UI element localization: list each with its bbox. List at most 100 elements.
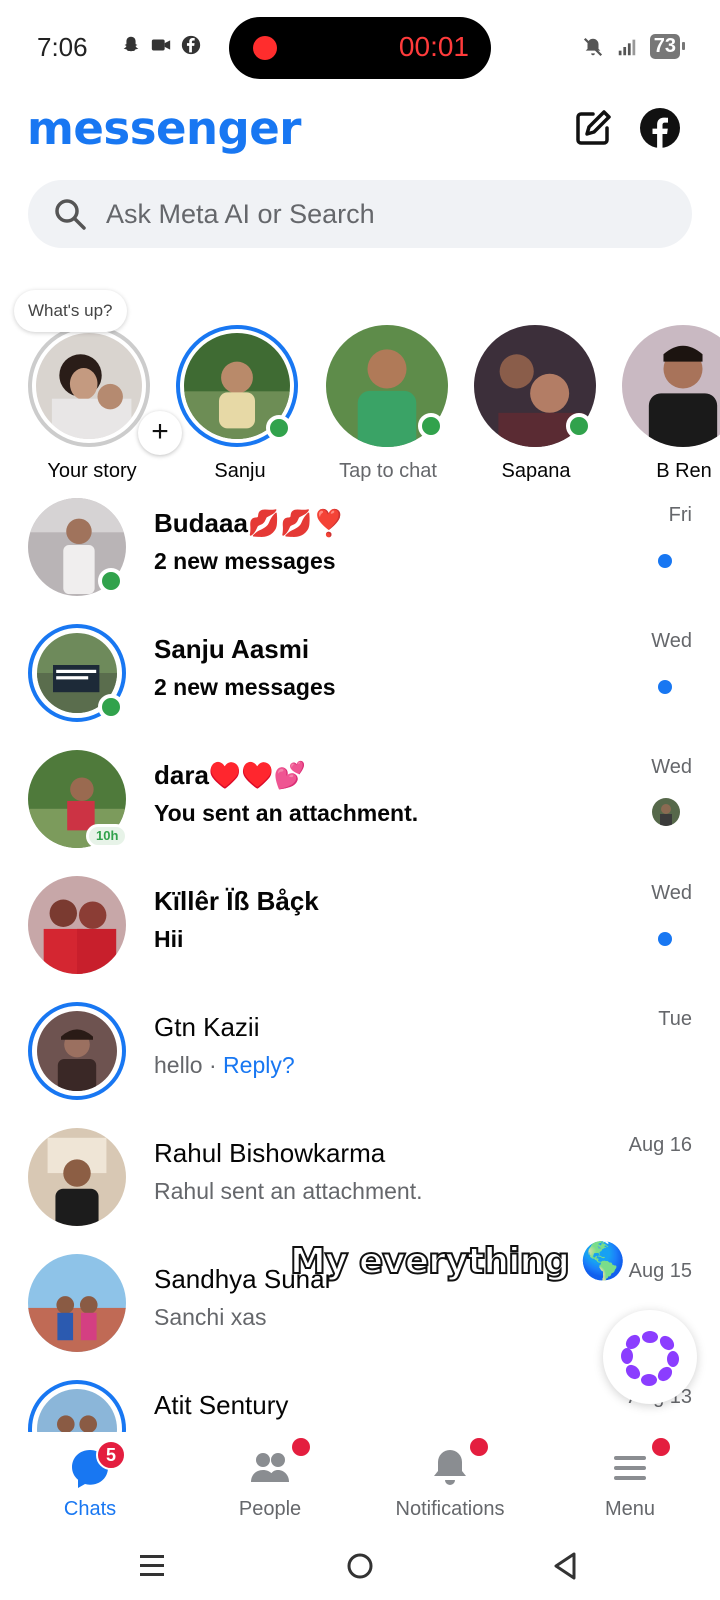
home-icon[interactable] <box>340 1546 380 1586</box>
online-indicator <box>566 413 592 439</box>
chat-avatar <box>28 498 126 596</box>
meta-ai-icon <box>621 1331 679 1386</box>
reply-link[interactable]: Reply? <box>223 1052 295 1078</box>
chat-name: Gtn Kazii <box>154 1012 260 1042</box>
chat-preview-text: hello · <box>154 1052 224 1078</box>
system-navigation-bar <box>0 1532 720 1600</box>
chat-preview: You sent an attachment. <box>154 800 419 826</box>
status-system-icons: 73 <box>582 34 686 59</box>
chat-preview: Hii <box>154 926 184 952</box>
online-indicator <box>98 694 124 720</box>
chat-avatar <box>28 1380 126 1432</box>
chat-preview: 2 new messages <box>154 548 336 574</box>
chat-avatar <box>28 876 126 974</box>
bottom-navigation: 5 Chats People Notifications Menu <box>0 1432 720 1532</box>
recording-time: 00:01 <box>398 31 469 62</box>
back-icon[interactable] <box>546 1546 586 1586</box>
avatar <box>28 1128 126 1226</box>
search-icon <box>55 199 86 230</box>
snapchat-icon <box>123 36 139 52</box>
avatar <box>36 333 142 439</box>
nav-label: Notifications <box>395 1498 505 1520</box>
story-label: Your story <box>47 460 137 482</box>
chat-name: Rahul Bishowkarma <box>154 1138 386 1168</box>
chat-name: Atit Sentury <box>154 1390 289 1420</box>
meta-ai-button[interactable] <box>603 1310 697 1404</box>
app-header: messenger <box>0 92 720 172</box>
new-indicator-dot <box>652 1438 670 1456</box>
tab-chats[interactable]: 5 Chats <box>0 1432 180 1532</box>
online-indicator <box>98 568 124 594</box>
recent-apps-icon[interactable] <box>132 1546 172 1586</box>
chat-list: Budaaa💋💋❣️ 2 new messages Fri Sanju Aasm… <box>0 490 720 1432</box>
recording-dot-icon <box>253 36 277 60</box>
chat-name: Sanju Aasmi <box>154 634 310 664</box>
avatar <box>37 1011 117 1091</box>
status-note-bubble[interactable]: What's up? <box>14 290 127 332</box>
list-item[interactable]: Kïllêr Ïß Båçk Hii Wed <box>0 868 720 994</box>
list-item[interactable]: Rahul Bishowkarma Rahul sent an attachme… <box>0 1120 720 1246</box>
tab-menu[interactable]: Menu <box>540 1432 720 1532</box>
unread-count-badge: 5 <box>96 1440 126 1470</box>
chat-time: Wed <box>651 630 692 652</box>
facebook-icon[interactable] <box>638 106 682 150</box>
chat-time: Fri <box>668 504 692 526</box>
screen-recording-pill[interactable]: 00:01 <box>229 17 491 79</box>
bell-muted-icon <box>583 37 602 56</box>
search-bar[interactable] <box>28 180 692 248</box>
story-label: Sapana <box>501 460 571 482</box>
compose-icon[interactable] <box>571 106 615 150</box>
nav-label: Chats <box>63 1498 117 1520</box>
seen-avatar <box>652 798 680 826</box>
chat-name: Budaaa💋💋❣️ <box>154 508 346 538</box>
status-notification-icons <box>120 34 202 56</box>
chat-time: Wed <box>651 882 692 904</box>
messenger-logo: messenger <box>27 102 301 155</box>
add-story-icon[interactable]: + <box>138 411 182 455</box>
people-icon <box>251 1453 289 1482</box>
avatar <box>28 876 126 974</box>
tab-people[interactable]: People <box>180 1432 360 1532</box>
tab-notifications[interactable]: Notifications <box>360 1432 540 1532</box>
chat-avatar <box>28 1128 126 1226</box>
chat-preview: 2 new messages <box>154 674 336 700</box>
online-indicator <box>418 413 444 439</box>
nav-label: People <box>238 1498 302 1520</box>
online-indicator <box>266 415 292 441</box>
video-caption-overlay: My everything 🌎 <box>289 1240 626 1283</box>
signal-icon <box>618 39 635 55</box>
video-camera-icon <box>151 39 171 51</box>
chat-name: dara♥️♥️💕 <box>154 760 307 790</box>
chat-avatar: 10h <box>28 750 129 848</box>
story-label: Sanju <box>214 460 266 482</box>
active-ago-badge: 10h <box>86 824 129 848</box>
chat-time: Aug 15 <box>628 1260 692 1282</box>
nav-label: Menu <box>604 1498 656 1520</box>
list-item[interactable]: Gtn Kazii hello · Reply? Tue <box>0 994 720 1120</box>
chat-time: Wed <box>651 756 692 778</box>
list-item[interactable]: Sanju Aasmi 2 new messages Wed <box>0 616 720 742</box>
story-label: B Ren <box>656 460 712 482</box>
menu-icon <box>614 1456 646 1480</box>
avatar <box>28 1254 126 1352</box>
chat-name: Kïllêr Ïß Båçk <box>154 886 319 916</box>
unread-indicator <box>658 680 672 694</box>
chat-preview: Rahul sent an attachment. <box>154 1178 423 1204</box>
list-item[interactable]: 10h dara♥️♥️💕 You sent an attachment. We… <box>0 742 720 868</box>
facebook-small-icon <box>181 35 201 55</box>
new-indicator-dot <box>470 1438 488 1456</box>
chat-preview: Sanchi xas <box>154 1304 267 1330</box>
chat-avatar <box>28 1002 126 1100</box>
chat-time: Tue <box>658 1008 692 1030</box>
search-input[interactable] <box>106 192 666 236</box>
chat-avatar <box>28 1254 126 1352</box>
chat-avatar <box>28 624 126 722</box>
new-indicator-dot <box>292 1438 310 1456</box>
unread-indicator <box>658 932 672 946</box>
battery-indicator: 73 <box>649 34 686 59</box>
story-label: Tap to chat <box>339 460 437 482</box>
chat-preview: hello · Reply? <box>154 1052 295 1079</box>
list-item[interactable]: Budaaa💋💋❣️ 2 new messages Fri <box>0 490 720 616</box>
chat-time: Aug 16 <box>628 1134 692 1156</box>
unread-indicator <box>658 554 672 568</box>
